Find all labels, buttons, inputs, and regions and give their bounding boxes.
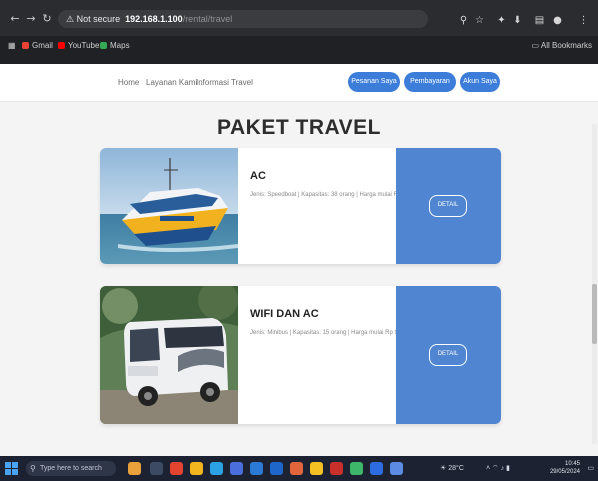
store-icon[interactable] [230, 462, 243, 475]
app-icon[interactable] [170, 462, 183, 475]
site-header: Home Layanan Kami Informasi Travel Pesan… [0, 64, 598, 102]
notification-icon[interactable]: ▭ [587, 464, 594, 472]
office-icon[interactable] [290, 462, 303, 475]
security-label: Not secure [76, 14, 121, 24]
nav-link-home[interactable]: Home [118, 78, 139, 87]
file-explorer-icon[interactable] [190, 462, 203, 475]
windows-start-icon[interactable] [5, 462, 18, 475]
browser-toolbar: ← → ↻ ⚠ Not secure 192.168.1.100/rental/… [0, 0, 598, 36]
taskbar: ⚲ Type here to search ☀ 28°C ˄ ⌔ ♪ ▮ 10:4… [0, 456, 598, 481]
word-icon[interactable] [390, 462, 403, 475]
wifi-icon: ⌔ [492, 465, 501, 472]
card-action-panel: DETAIL [396, 286, 501, 424]
speedboat-image [100, 148, 238, 264]
app-icon[interactable] [270, 462, 283, 475]
search-icon: ⚲ [30, 464, 36, 473]
weather-widget-icon[interactable] [128, 462, 141, 475]
card-action-panel: DETAIL [396, 148, 501, 264]
download-icon[interactable]: ⬇ [512, 15, 523, 26]
reload-icon[interactable]: ↻ [40, 12, 54, 26]
bookmark-apps[interactable]: ▦ [8, 41, 16, 50]
nav-link-layanan[interactable]: Layanan Kami [146, 78, 197, 87]
folder-icon: ▭ [531, 41, 541, 50]
battery-icon: ▮ [506, 465, 510, 472]
weather-icon: ☀ [440, 465, 449, 472]
task-view-icon[interactable] [150, 462, 163, 475]
edge-icon[interactable] [210, 462, 223, 475]
page-scrollbar[interactable] [592, 124, 597, 444]
weather-status[interactable]: ☀ 28°C [440, 464, 464, 472]
system-clock[interactable]: 10:45 29/05/2024 [550, 460, 580, 476]
gmail-icon [22, 42, 29, 49]
bookmark-item[interactable]: Maps [100, 41, 130, 50]
card-description: Jenis: Minibus | Kapasitas: 15 orang | H… [250, 330, 413, 336]
browser-nav-row: ← → ↻ ⚠ Not secure 192.168.1.100/rental/… [0, 6, 598, 32]
minibus-image [100, 286, 238, 424]
browser-window: ← → ↻ ⚠ Not secure 192.168.1.100/rental/… [0, 0, 598, 64]
address-host: 192.168.1.100 [125, 14, 183, 24]
app-icon[interactable] [370, 462, 383, 475]
app-icon[interactable] [330, 462, 343, 475]
bookmarks-bar: ▦ Gmail YouTube Maps ▭ All Bookmarks [0, 36, 598, 58]
taskbar-search[interactable]: ⚲ Type here to search [26, 461, 116, 476]
zoom-icon[interactable]: ⚲ [458, 15, 469, 26]
payment-button[interactable]: Pembayaran [404, 72, 456, 92]
app-icon[interactable] [350, 462, 363, 475]
chrome-icon[interactable] [310, 462, 323, 475]
back-icon[interactable]: ← [8, 12, 22, 26]
all-bookmarks[interactable]: ▭ All Bookmarks [532, 41, 592, 50]
address-path: /rental/travel [182, 14, 233, 24]
travel-card: WIFI DAN AC Jenis: Minibus | Kapasitas: … [100, 286, 501, 424]
travel-card: AC Jenis: Speedboat | Kapasitas: 38 oran… [100, 148, 501, 264]
sidepanel-icon[interactable]: ▤ [534, 15, 545, 26]
forward-icon[interactable]: → [24, 12, 38, 26]
maps-icon [100, 42, 107, 49]
bookmark-item[interactable]: YouTube [58, 41, 99, 50]
web-page: Home Layanan Kami Informasi Travel Pesan… [0, 64, 598, 460]
address-bar[interactable]: ⚠ Not secure 192.168.1.100/rental/travel [58, 10, 428, 28]
page-title: PAKET TRAVEL [217, 116, 381, 139]
scrollbar-thumb[interactable] [592, 284, 597, 344]
nav-link-informasi[interactable]: Informasi Travel [196, 78, 253, 87]
card-title: AC [250, 170, 266, 182]
clock-date: 29/05/2024 [549, 469, 580, 475]
clock-time: 10:45 [564, 461, 580, 467]
star-icon[interactable]: ☆ [474, 15, 485, 26]
detail-button[interactable]: DETAIL [429, 195, 467, 217]
mail-icon[interactable] [250, 462, 263, 475]
system-tray[interactable]: ˄ ⌔ ♪ ▮ [486, 464, 510, 473]
lock-icon: ⚠ [66, 14, 77, 24]
profile-icon[interactable]: ● [552, 15, 563, 26]
detail-button[interactable]: DETAIL [429, 344, 467, 366]
account-button[interactable]: Akun Saya [460, 72, 500, 92]
extension-icon[interactable]: ✦ [496, 15, 507, 26]
card-title: WIFI DAN AC [250, 308, 319, 320]
menu-icon[interactable]: ⋮ [578, 15, 589, 26]
bookmark-item[interactable]: Gmail [22, 41, 53, 50]
youtube-icon [58, 42, 65, 49]
orders-button[interactable]: Pesanan Saya [348, 72, 400, 92]
